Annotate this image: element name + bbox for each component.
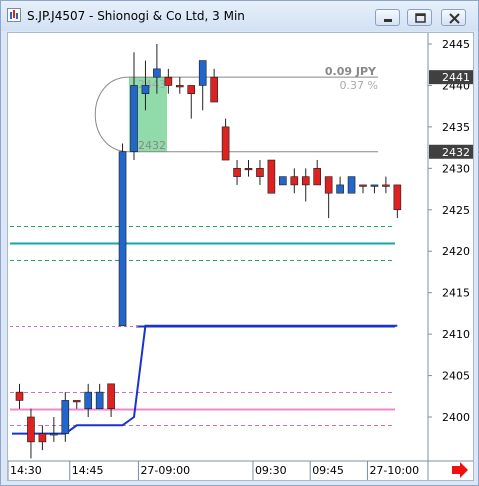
candle-body[interactable] xyxy=(141,85,150,95)
x-tick-label: 09:30 xyxy=(255,464,287,477)
candle-body[interactable] xyxy=(95,391,104,410)
x-tick-label: 14:30 xyxy=(10,464,42,477)
x-tick-label: 27-09:00 xyxy=(140,464,190,477)
minimize-button[interactable] xyxy=(375,9,400,26)
change-percent-text: 0.37 % xyxy=(340,79,378,92)
candle-body[interactable] xyxy=(256,168,264,177)
restore-icon xyxy=(415,13,426,23)
plot-background xyxy=(8,33,428,461)
app-icon xyxy=(7,8,21,22)
candle-body[interactable] xyxy=(187,85,196,95)
candle-body[interactable] xyxy=(336,184,344,194)
candle-body[interactable] xyxy=(324,176,333,194)
y-tick-label: 2430 xyxy=(442,162,470,175)
y-tick-label: 2435 xyxy=(442,121,470,134)
candle-body[interactable] xyxy=(72,400,81,403)
candle-body[interactable] xyxy=(221,126,230,161)
y-tick-label: 2410 xyxy=(442,328,470,341)
candle-body[interactable] xyxy=(267,159,276,194)
candle-body[interactable] xyxy=(393,184,402,211)
candle-body[interactable] xyxy=(359,184,367,187)
x-tick-label: 27-10:00 xyxy=(369,464,419,477)
candle-body[interactable] xyxy=(347,176,356,194)
candle-body[interactable] xyxy=(50,433,58,436)
candle-body[interactable] xyxy=(198,60,207,86)
candle-body[interactable] xyxy=(130,85,138,153)
price-marker-label: 2432 xyxy=(442,146,470,159)
title-bar[interactable]: S.JP.J4507 - Shionogi & Co Ltd, 3 Min xyxy=(1,1,478,31)
candle-body[interactable] xyxy=(118,151,127,327)
y-tick-label: 2405 xyxy=(442,370,470,383)
scroll-right-arrow-icon[interactable] xyxy=(452,462,468,478)
candle-body[interactable] xyxy=(107,383,115,410)
box-bottom-label: 2432 xyxy=(138,139,166,152)
change-value-text: 0.09 JPY xyxy=(325,65,377,78)
y-tick-label: 2415 xyxy=(442,287,470,300)
price-marker-label: 2441 xyxy=(442,71,470,84)
candle-body[interactable] xyxy=(233,168,241,177)
chart-area[interactable]: 0.09 JPY 0.37 % 2443 2432 2445 2440 2435 2430 2… xyxy=(7,32,474,481)
candle-body[interactable] xyxy=(84,391,92,410)
candle-body[interactable] xyxy=(279,176,287,186)
x-tick-label: 09:45 xyxy=(312,464,344,477)
candle-body[interactable] xyxy=(15,391,24,401)
y-tick-label: 2445 xyxy=(442,38,470,51)
candle-body[interactable] xyxy=(290,176,299,186)
close-button[interactable] xyxy=(441,9,466,26)
y-tick-label: 2420 xyxy=(442,245,470,258)
price-chart[interactable]: 0.09 JPY0.37 %24432432 24452440243524302… xyxy=(7,33,473,480)
minimize-icon xyxy=(384,19,392,22)
chart-window: S.JP.J4507 - Shionogi & Co Ltd, 3 Min 0.… xyxy=(0,0,479,486)
y-tick-label: 2425 xyxy=(442,204,470,217)
candle-body[interactable] xyxy=(313,168,322,186)
candle-body[interactable] xyxy=(370,184,379,187)
window-title: S.JP.J4507 - Shionogi & Co Ltd, 3 Min xyxy=(27,9,245,23)
close-icon xyxy=(449,13,460,24)
x-tick-label: 14:45 xyxy=(72,464,104,477)
candle-body[interactable] xyxy=(153,68,161,78)
candle-body[interactable] xyxy=(210,76,218,103)
candle-body[interactable] xyxy=(38,433,47,443)
candle-body[interactable] xyxy=(244,168,253,171)
candle-body[interactable] xyxy=(27,416,35,443)
candle-body[interactable] xyxy=(382,184,390,187)
candle-body[interactable] xyxy=(176,85,184,88)
restore-button[interactable] xyxy=(407,9,432,26)
candle-body[interactable] xyxy=(164,76,173,86)
candle-body[interactable] xyxy=(301,176,310,186)
candle-body[interactable] xyxy=(61,400,70,434)
y-tick-label: 2400 xyxy=(442,411,470,424)
